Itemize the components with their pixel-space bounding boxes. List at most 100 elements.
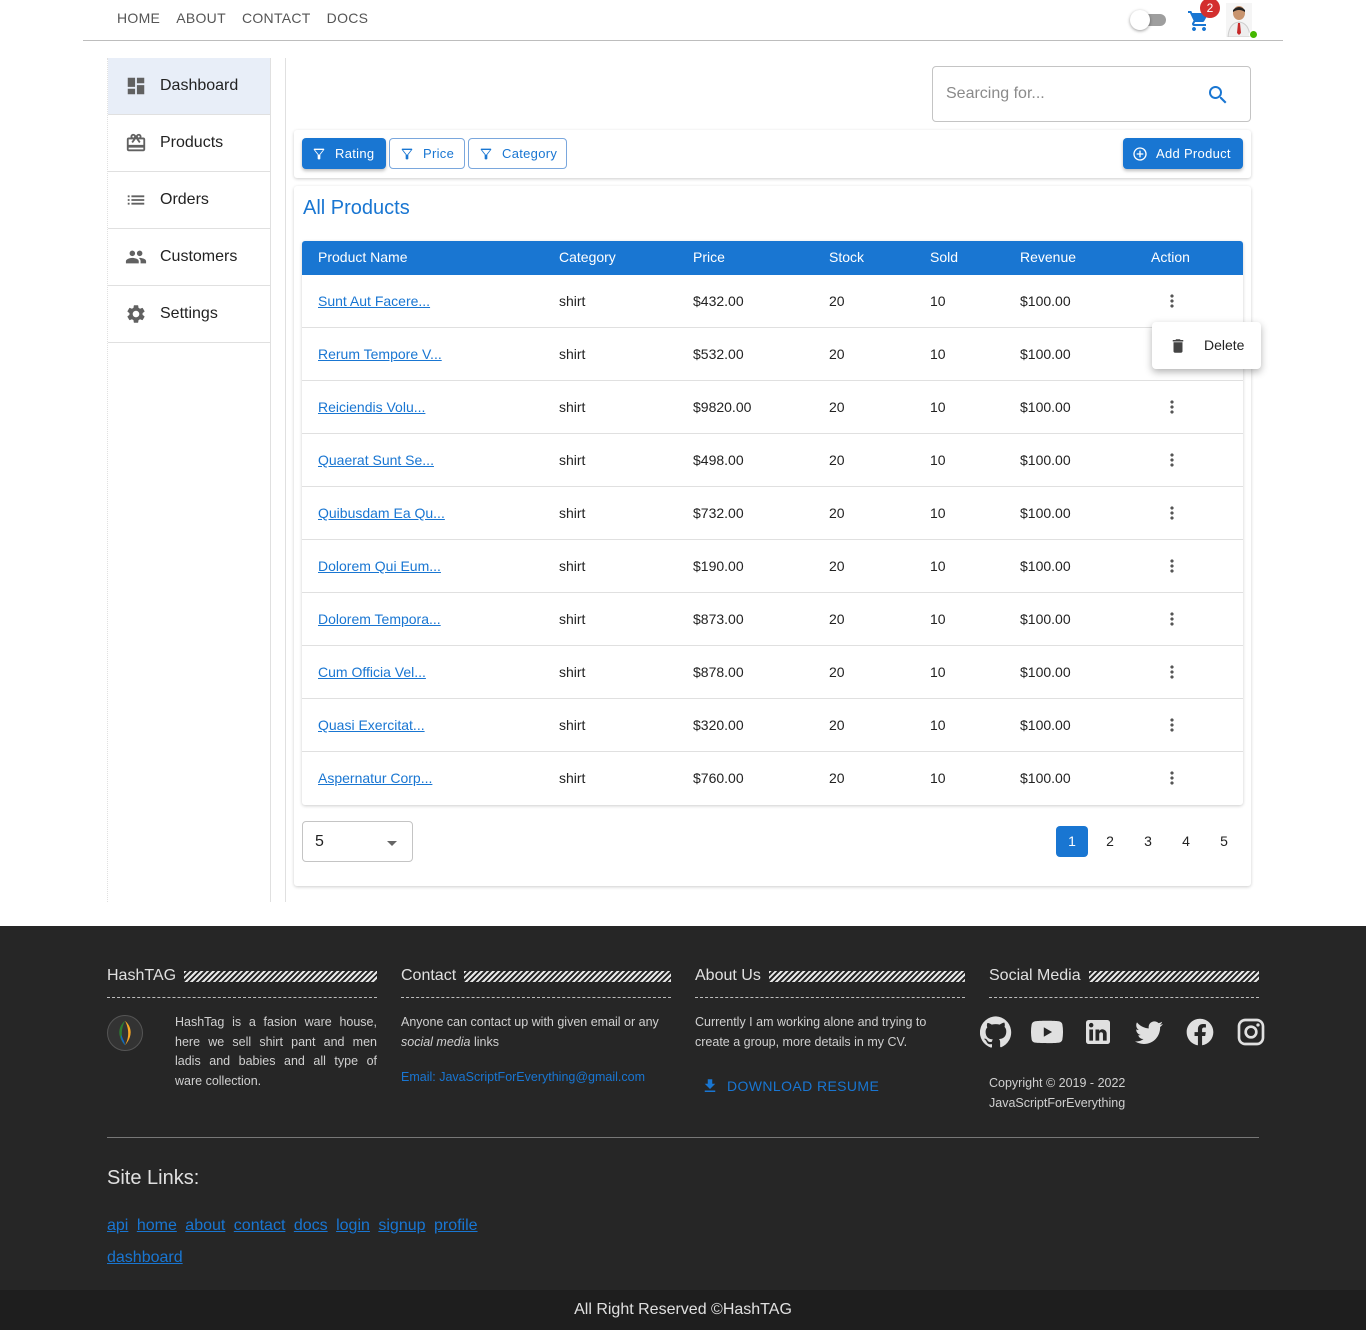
product-link[interactable]: Aspernatur Corp... [318, 770, 432, 786]
nav-docs-link[interactable]: DOCS [327, 10, 369, 26]
sidebar-item-products[interactable]: Products [108, 115, 270, 172]
more-vert-icon[interactable] [1162, 609, 1182, 629]
footer-heading: Contact [401, 967, 457, 984]
more-vert-icon[interactable] [1162, 397, 1182, 417]
product-name-cell[interactable]: Reiciendis Volu... [318, 399, 425, 415]
more-vert-icon[interactable] [1162, 450, 1182, 470]
product-name-cell[interactable]: Cum Officia Vel... [318, 664, 426, 680]
footer-heading: HashTAG [107, 967, 177, 984]
sidebar-item-label: Customers [160, 248, 238, 265]
page-button[interactable]: 5 [1208, 826, 1240, 857]
product-link[interactable]: Sunt Aut Facere... [318, 293, 430, 309]
nav-home-link[interactable]: HOME [117, 10, 160, 26]
column-header[interactable]: Category [559, 249, 616, 265]
column-header[interactable]: Stock [829, 249, 864, 265]
theme-toggle[interactable] [1130, 10, 1166, 30]
sidebar-item-label: Settings [160, 305, 218, 322]
table-cell: $100.00 [1020, 399, 1071, 415]
top-nav: HOME ABOUT CONTACT DOCS [117, 10, 384, 26]
search-input[interactable] [946, 81, 1186, 107]
heading-decoration [1088, 970, 1259, 982]
product-link[interactable]: Quasi Exercitat... [318, 717, 425, 733]
youtube-icon[interactable] [1031, 1016, 1063, 1048]
table-cell: 20 [829, 611, 845, 627]
more-vert-icon[interactable] [1162, 556, 1182, 576]
linkedin-icon[interactable] [1082, 1016, 1114, 1048]
avatar[interactable] [1226, 3, 1252, 38]
more-vert-icon[interactable] [1162, 291, 1182, 311]
site-link[interactable]: login [336, 1217, 370, 1234]
table-cell: 10 [930, 452, 946, 468]
product-name-cell[interactable]: Aspernatur Corp... [318, 770, 432, 786]
nav-contact-link[interactable]: CONTACT [242, 10, 311, 26]
sidebar-item-settings[interactable]: Settings [108, 286, 270, 343]
rows-per-page-select[interactable]: 5 [302, 821, 413, 862]
dashboard-icon [127, 77, 145, 95]
rating-filter-button[interactable]: Rating [302, 138, 386, 169]
twitter-icon[interactable] [1133, 1016, 1165, 1048]
rows-per-page-value: 5 [315, 833, 324, 850]
sidebar-item-orders[interactable]: Orders [108, 172, 270, 229]
search-icon[interactable] [1206, 83, 1230, 107]
delete-menu-item[interactable]: Delete [1204, 337, 1244, 353]
price-filter-button[interactable]: Price [389, 138, 465, 169]
product-name-cell[interactable]: Quibusdam Ea Qu... [318, 505, 445, 521]
product-name-cell[interactable]: Quaerat Sunt Se... [318, 452, 434, 468]
copyright-bar: All Right Reserved ©HashTAG [0, 1290, 1366, 1330]
site-link[interactable]: home [137, 1217, 177, 1234]
sidebar-item-label: Orders [160, 191, 209, 208]
more-vert-icon[interactable] [1162, 662, 1182, 682]
product-name-cell[interactable]: Dolorem Tempora... [318, 611, 441, 627]
add-product-button[interactable]: Add Product [1123, 138, 1243, 169]
column-header[interactable]: Revenue [1020, 249, 1076, 265]
facebook-icon[interactable] [1184, 1016, 1216, 1048]
page-button[interactable]: 2 [1094, 826, 1126, 857]
online-status-dot [1249, 30, 1258, 39]
table-row: Quasi Exercitat... shirt $320.00 20 10 $100.0… [302, 699, 1243, 752]
product-link[interactable]: Dolorem Qui Eum... [318, 558, 441, 574]
site-link[interactable]: contact [234, 1217, 286, 1234]
product-link[interactable]: Dolorem Tempora... [318, 611, 441, 627]
category-filter-button[interactable]: Category [468, 138, 567, 169]
instagram-icon[interactable] [1235, 1016, 1267, 1048]
column-header[interactable]: Sold [930, 249, 958, 265]
sidebar-item-dashboard[interactable]: Dashboard [108, 58, 270, 115]
copyright-text: Copyright © 2019 - 2022 JavaScriptForEver… [989, 1076, 1126, 1110]
site-link[interactable]: api [107, 1217, 128, 1234]
site-link[interactable]: docs [294, 1217, 328, 1234]
row-action-menu[interactable]: Delete [1152, 322, 1261, 369]
product-link[interactable]: Quibusdam Ea Qu... [318, 505, 445, 521]
main-divider [285, 58, 286, 902]
product-name-cell[interactable]: Sunt Aut Facere... [318, 293, 430, 309]
site-link[interactable]: about [185, 1217, 225, 1234]
product-name-cell[interactable]: Quasi Exercitat... [318, 717, 425, 733]
product-link[interactable]: Quaerat Sunt Se... [318, 452, 434, 468]
column-header[interactable]: Product Name [318, 249, 407, 265]
more-vert-icon[interactable] [1162, 503, 1182, 523]
github-icon[interactable] [980, 1016, 1012, 1048]
product-name-cell[interactable]: Rerum Tempore V... [318, 346, 442, 362]
product-name-cell[interactable]: Dolorem Qui Eum... [318, 558, 441, 574]
page-button[interactable]: 4 [1170, 826, 1202, 857]
search-box [932, 66, 1251, 122]
site-link[interactable]: dashboard [107, 1249, 183, 1266]
page-button[interactable]: 1 [1056, 826, 1088, 857]
more-vert-icon[interactable] [1162, 715, 1182, 735]
site-link[interactable]: profile [434, 1217, 478, 1234]
table-cell: $532.00 [693, 346, 744, 362]
product-link[interactable]: Rerum Tempore V... [318, 346, 442, 362]
site-link[interactable]: signup [378, 1217, 425, 1234]
product-link[interactable]: Cum Officia Vel... [318, 664, 426, 680]
rating-filter-label: Rating [335, 146, 375, 161]
table-row: Sunt Aut Facere... shirt $432.00 20 10 $100.0… [302, 275, 1243, 328]
sidebar-item-customers[interactable]: Customers [108, 229, 270, 286]
more-vert-icon[interactable] [1162, 768, 1182, 788]
column-header[interactable]: Price [693, 249, 725, 265]
nav-about-link[interactable]: ABOUT [176, 10, 226, 26]
email-link[interactable]: Email: JavaScriptForEverything@gmail.com [401, 1070, 645, 1084]
table-cell: 20 [829, 293, 845, 309]
page-button[interactable]: 3 [1132, 826, 1164, 857]
table-cell: $320.00 [693, 717, 744, 733]
product-link[interactable]: Reiciendis Volu... [318, 399, 425, 415]
download-resume-button[interactable]: DOWNLOAD RESUME [701, 1077, 879, 1095]
